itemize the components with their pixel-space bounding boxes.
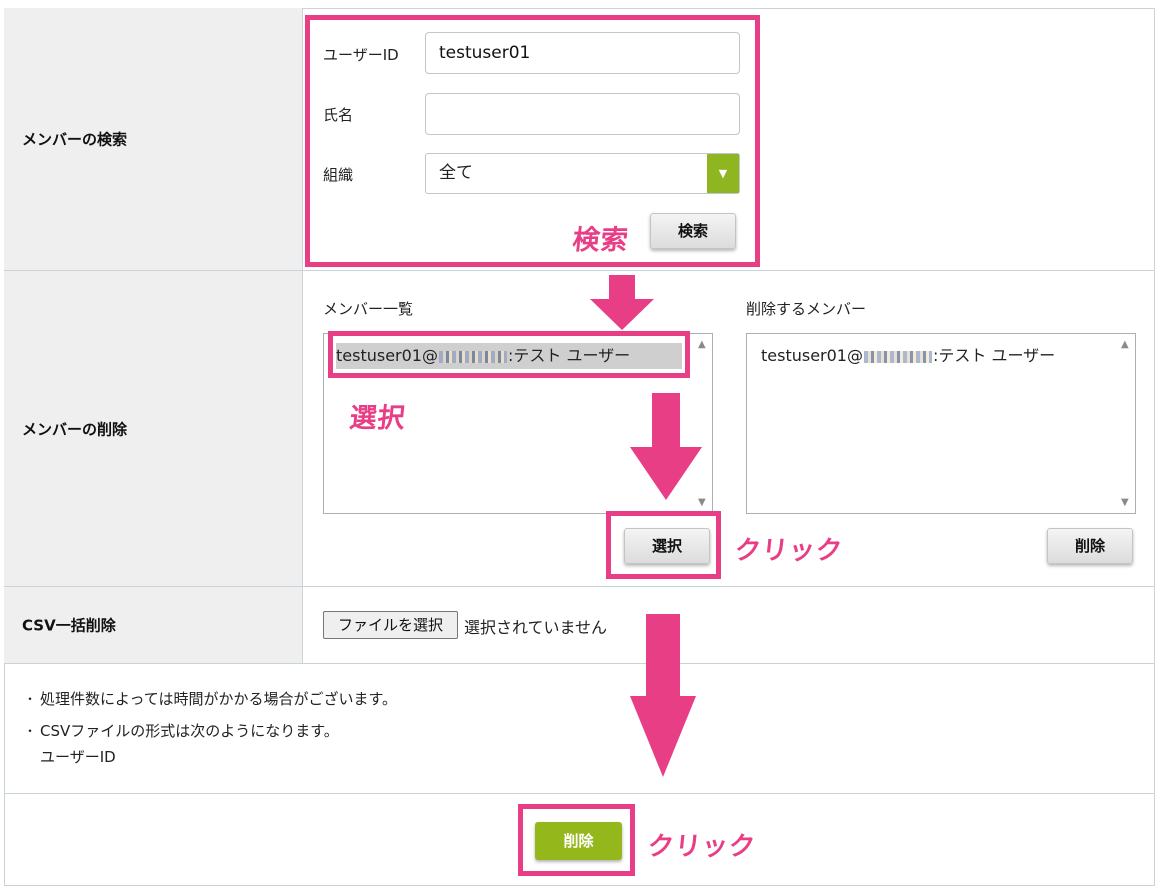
- search-label-cell: メンバーの検索: [4, 8, 303, 270]
- arrow-down-icon: [590, 275, 654, 330]
- remove-from-list-button[interactable]: 削除: [1047, 528, 1133, 564]
- scroll-down-icon[interactable]: ▼: [1121, 498, 1129, 508]
- redacted-domain: [863, 350, 932, 363]
- to-delete-listbox[interactable]: testuser01@:テスト ユーザー ▲ ▼: [746, 333, 1136, 514]
- name-input[interactable]: [425, 93, 740, 135]
- note-bullet: ・: [24, 724, 37, 738]
- scroll-up-icon[interactable]: ▲: [698, 340, 706, 350]
- select-button[interactable]: 選択: [624, 528, 710, 564]
- search-section-label: メンバーの検索: [22, 130, 128, 149]
- file-select-button[interactable]: ファイルを選択: [323, 611, 458, 639]
- user-id-label: ユーザーID: [323, 46, 399, 64]
- note-line-2: CSVファイルの形式は次のようになります。: [40, 722, 339, 740]
- note-line-3: ユーザーID: [40, 748, 116, 766]
- annotation-search: 検索: [571, 225, 631, 256]
- arrow-down-icon: [630, 614, 696, 777]
- arrow-down-icon: [630, 393, 702, 500]
- member-list-label: メンバー一覧: [323, 300, 414, 318]
- csv-section-label: CSV一括削除: [22, 616, 116, 635]
- to-delete-label: 削除するメンバー: [746, 300, 867, 318]
- name-label: 氏名: [323, 106, 354, 124]
- note-bullet: ・: [24, 692, 37, 706]
- scroll-up-icon[interactable]: ▲: [1121, 340, 1129, 350]
- delete-label-cell: メンバーの削除: [4, 271, 303, 586]
- redacted-domain: [438, 350, 507, 363]
- delete-section-label: メンバーの削除: [22, 420, 128, 438]
- org-select[interactable]: 全て ▼: [425, 153, 740, 194]
- to-delete-scrollbar[interactable]: ▲ ▼: [1118, 334, 1135, 513]
- annotation-select: 選択: [348, 403, 408, 434]
- org-selected-value: 全て: [439, 163, 473, 183]
- user-id-input[interactable]: testuser01: [425, 32, 740, 74]
- annotation-click-delete: クリック: [646, 832, 758, 862]
- note-line-1: 処理件数によっては時間がかかる場合がございます。: [40, 690, 398, 708]
- org-label: 組織: [323, 166, 354, 184]
- delete-button[interactable]: 削除: [535, 822, 622, 860]
- csv-label-cell: CSV一括削除: [4, 587, 303, 663]
- search-button[interactable]: 検索: [650, 213, 736, 249]
- annotation-click-select: クリック: [733, 536, 845, 566]
- file-status: 選択されていません: [464, 618, 608, 637]
- list-item[interactable]: testuser01@:テスト ユーザー: [757, 343, 1059, 369]
- chevron-down-icon[interactable]: ▼: [707, 154, 739, 193]
- list-item[interactable]: testuser01@:テスト ユーザー: [336, 343, 682, 369]
